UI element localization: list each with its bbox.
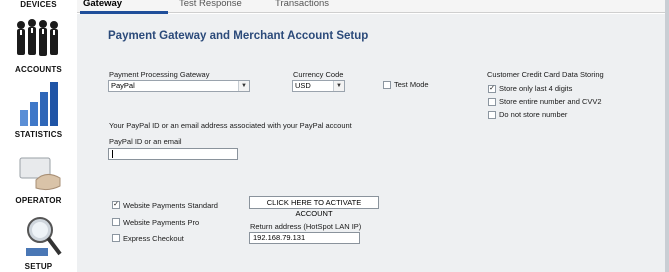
currency-label: Currency Code (293, 70, 344, 79)
page-title: Payment Gateway and Merchant Account Set… (108, 30, 369, 42)
store-last4-label: Store only last 4 digits (499, 84, 573, 93)
accounts-icon[interactable] (12, 16, 66, 62)
return-address-input[interactable]: 192.168.79.131 (249, 232, 360, 244)
tab-transactions[interactable]: Transactions (275, 0, 329, 9)
currency-select[interactable]: USD ▼ (292, 80, 345, 92)
scroll-edge (665, 0, 669, 272)
chevron-down-icon[interactable]: ▼ (333, 81, 344, 91)
tab-gateway[interactable]: Gateway (83, 0, 122, 9)
do-not-store-checkbox[interactable] (488, 111, 496, 119)
gateway-label: Payment Processing Gateway (109, 70, 210, 79)
express-checkout-label: Express Checkout (123, 234, 184, 243)
chevron-down-icon[interactable]: ▼ (238, 81, 249, 91)
test-mode-checkbox[interactable] (383, 81, 391, 89)
nav-setup[interactable]: SETUP (0, 262, 77, 271)
statistics-icon[interactable] (18, 80, 60, 128)
website-payments-pro-checkbox[interactable] (112, 218, 120, 226)
nav-operator[interactable]: OPERATOR (0, 196, 77, 205)
currency-value: USD (295, 81, 311, 90)
return-address-label: Return address (HotSpot LAN IP) (250, 222, 362, 231)
nav-accounts[interactable]: ACCOUNTS (0, 65, 77, 74)
activate-account-button[interactable]: CLICK HERE TO ACTIVATE ACCOUNT (249, 196, 379, 218)
store-full-label: Store entire number and CVV2 (499, 97, 602, 106)
test-mode-label: Test Mode (394, 80, 429, 89)
website-payments-standard-label: Website Payments Standard (123, 201, 218, 210)
nav-devices[interactable]: DEVICES (0, 0, 77, 9)
store-full-checkbox[interactable] (488, 98, 496, 106)
card-storing-label: Customer Credit Card Data Storing (487, 70, 604, 79)
nav-statistics[interactable]: STATISTICS (0, 130, 77, 139)
website-payments-pro-label: Website Payments Pro (123, 218, 200, 227)
do-not-store-label: Do not store number (499, 110, 568, 119)
operator-icon[interactable] (16, 152, 64, 192)
gateway-select[interactable]: PayPal ▼ (108, 80, 250, 92)
sidebar-nav: DEVICES ACCOUNTS STATISTICS OPERATOR SET… (0, 0, 77, 272)
paypal-id-input[interactable] (108, 148, 238, 160)
paypal-id-label: PayPal ID or an email (109, 137, 182, 146)
gateway-value: PayPal (111, 81, 135, 90)
text-cursor (112, 150, 113, 159)
website-payments-standard-checkbox[interactable]: ✓ (112, 201, 120, 209)
tab-test-response[interactable]: Test Response (179, 0, 242, 9)
express-checkout-checkbox[interactable] (112, 234, 120, 242)
setup-icon[interactable] (22, 214, 62, 258)
store-last4-checkbox[interactable]: ✓ (488, 85, 496, 93)
paypal-instruction: Your PayPal ID or an email address assoc… (109, 121, 352, 130)
